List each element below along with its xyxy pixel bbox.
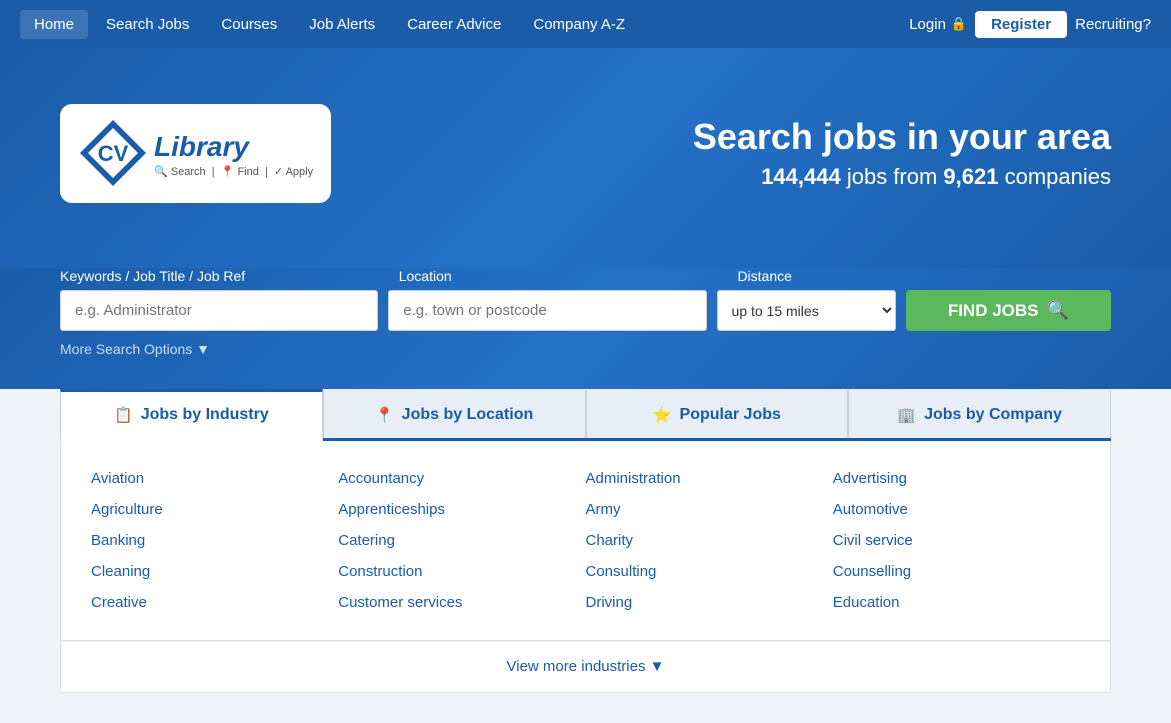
login-link[interactable]: Login 🔒	[909, 16, 967, 33]
star-icon: ⭐	[653, 406, 672, 424]
logo-library-text: Library	[154, 132, 313, 163]
hero-right: Search jobs in your area 144,444 jobs fr…	[693, 116, 1111, 190]
industry-link-administration[interactable]: Administration	[586, 465, 833, 492]
industry-link-apprenticeships[interactable]: Apprenticeships	[338, 496, 585, 523]
company-icon: 🏢	[897, 406, 916, 424]
industry-link-aviation[interactable]: Aviation	[91, 465, 338, 492]
view-more-section: View more industries ▼	[60, 641, 1111, 693]
logo-area: CV Library 🔍 Search | 📍 Find | ✓ Apply	[60, 104, 331, 203]
hero-subtitle: 144,444 jobs from 9,621 companies	[693, 164, 1111, 190]
tab-location[interactable]: 📍 Jobs by Location	[323, 389, 586, 438]
find-jobs-label: FIND JOBS	[948, 301, 1039, 321]
tab-industry[interactable]: 📋 Jobs by Industry	[60, 389, 323, 441]
nav-home[interactable]: Home	[20, 10, 88, 39]
search-labels: Keywords / Job Title / Job Ref Location …	[60, 268, 1111, 284]
nav-links: Home Search Jobs Courses Job Alerts Care…	[20, 10, 909, 39]
login-label: Login	[909, 16, 946, 33]
companies-count: 9,621	[943, 164, 998, 189]
tab-industry-label: Jobs by Industry	[141, 406, 269, 424]
industry-link-consulting[interactable]: Consulting	[586, 558, 833, 585]
tab-popular-label: Popular Jobs	[680, 406, 781, 424]
more-search-options: More Search Options ▼	[60, 341, 1111, 359]
location-label: Location	[399, 268, 728, 284]
nav-search-jobs[interactable]: Search Jobs	[92, 10, 203, 39]
search-section: Keywords / Job Title / Job Ref Location …	[0, 268, 1171, 389]
nav-right: Login 🔒 Register Recruiting?	[909, 11, 1151, 38]
location-input[interactable]	[388, 290, 706, 331]
logo-diamond-svg: CV	[78, 118, 148, 188]
hero-section: CV Library 🔍 Search | 📍 Find | ✓ Apply S…	[0, 48, 1171, 268]
tabs-section: 📋 Jobs by Industry 📍 Jobs by Location ⭐ …	[0, 389, 1171, 723]
industry-link-army[interactable]: Army	[586, 496, 833, 523]
industry-link-automotive[interactable]: Automotive	[833, 496, 1080, 523]
location-icon: 📍	[375, 406, 394, 424]
industry-link-construction[interactable]: Construction	[338, 558, 585, 585]
industry-link-counselling[interactable]: Counselling	[833, 558, 1080, 585]
distance-label: Distance	[737, 268, 916, 284]
industry-link-banking[interactable]: Banking	[91, 527, 338, 554]
tab-company-label: Jobs by Company	[924, 406, 1062, 424]
industry-link-advertising[interactable]: Advertising	[833, 465, 1080, 492]
search-icon: 🔍	[1047, 300, 1069, 321]
logo-box: CV Library 🔍 Search | 📍 Find | ✓ Apply	[60, 104, 331, 203]
industry-link-agriculture[interactable]: Agriculture	[91, 496, 338, 523]
nav-courses[interactable]: Courses	[207, 10, 291, 39]
tabs-row: 📋 Jobs by Industry 📍 Jobs by Location ⭐ …	[60, 389, 1111, 441]
logo-tagline: 🔍 Search | 📍 Find | ✓ Apply	[154, 165, 313, 178]
tab-popular[interactable]: ⭐ Popular Jobs	[586, 389, 849, 438]
nav-company-az[interactable]: Company A-Z	[519, 10, 639, 39]
find-jobs-button[interactable]: FIND JOBS 🔍	[906, 290, 1111, 331]
industry-icon: 📋	[114, 406, 133, 424]
industry-link-charity[interactable]: Charity	[586, 527, 833, 554]
industry-grid: Aviation Accountancy Administration Adve…	[91, 465, 1080, 616]
industry-link-driving[interactable]: Driving	[586, 589, 833, 616]
distance-select[interactable]: up to 5 miles up to 10 miles up to 15 mi…	[717, 290, 896, 331]
nav-career-advice[interactable]: Career Advice	[393, 10, 515, 39]
tab-content-industry: Aviation Accountancy Administration Adve…	[60, 441, 1111, 641]
lock-icon: 🔒	[951, 16, 967, 32]
industry-link-cleaning[interactable]: Cleaning	[91, 558, 338, 585]
nav-job-alerts[interactable]: Job Alerts	[295, 10, 389, 39]
register-button[interactable]: Register	[975, 11, 1067, 38]
search-row: up to 5 miles up to 10 miles up to 15 mi…	[60, 290, 1111, 331]
industry-link-accountancy[interactable]: Accountancy	[338, 465, 585, 492]
industry-link-civil-service[interactable]: Civil service	[833, 527, 1080, 554]
logo-graphic: CV Library 🔍 Search | 📍 Find | ✓ Apply	[78, 118, 313, 193]
logo-library-italic: Library	[154, 131, 249, 162]
tab-location-label: Jobs by Location	[402, 406, 534, 424]
logo-text: Library 🔍 Search | 📍 Find | ✓ Apply	[154, 132, 313, 179]
keywords-label: Keywords / Job Title / Job Ref	[60, 268, 389, 284]
tab-company[interactable]: 🏢 Jobs by Company	[848, 389, 1111, 438]
recruiting-link[interactable]: Recruiting?	[1075, 16, 1151, 33]
jobs-count: 144,444	[761, 164, 841, 189]
svg-text:CV: CV	[98, 141, 129, 166]
industry-link-creative[interactable]: Creative	[91, 589, 338, 616]
keywords-input[interactable]	[60, 290, 378, 331]
navigation: Home Search Jobs Courses Job Alerts Care…	[0, 0, 1171, 48]
hero-title: Search jobs in your area	[693, 116, 1111, 158]
industry-link-customer-services[interactable]: Customer services	[338, 589, 585, 616]
industry-link-education[interactable]: Education	[833, 589, 1080, 616]
more-options-link[interactable]: More Search Options ▼	[60, 341, 210, 357]
view-more-link[interactable]: View more industries ▼	[507, 658, 665, 675]
industry-link-catering[interactable]: Catering	[338, 527, 585, 554]
